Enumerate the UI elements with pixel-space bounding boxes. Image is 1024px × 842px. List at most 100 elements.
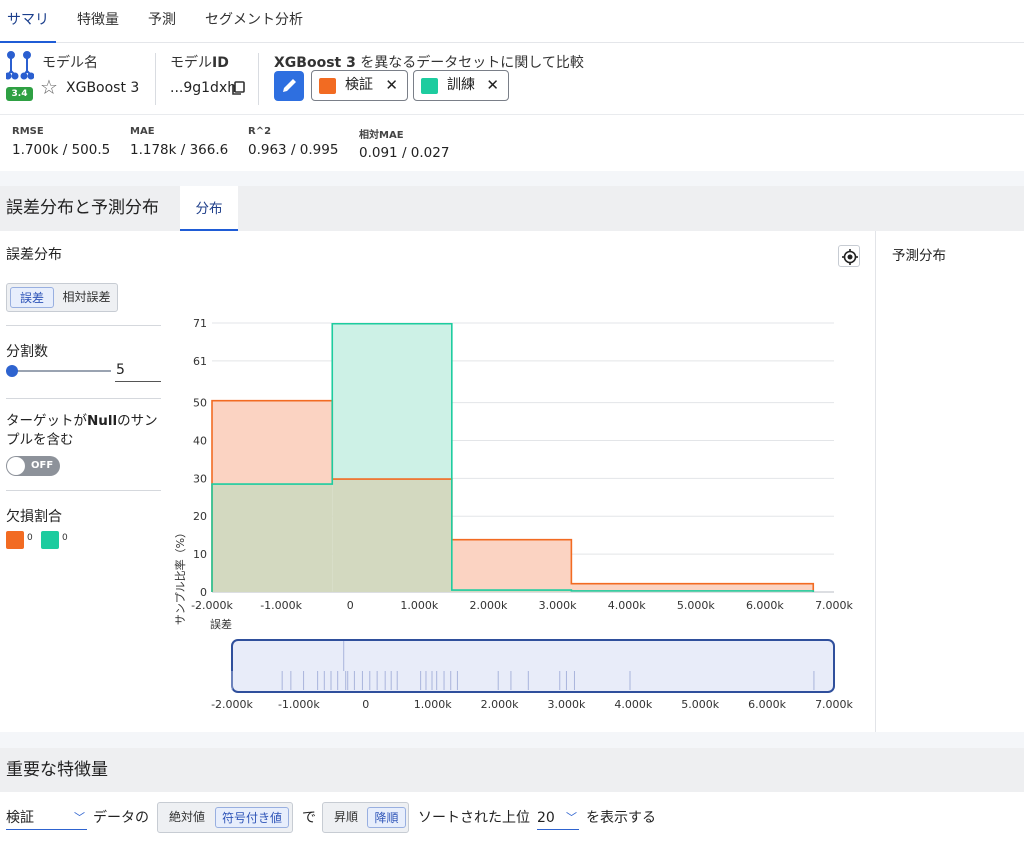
navigator-tick-label: 2.000k (481, 698, 519, 711)
metric-value-relative-mae: 0.091 / 0.027 (359, 145, 450, 161)
validation-color-swatch (319, 78, 336, 94)
histogram-bar-fill (332, 323, 452, 480)
section-header: 誤差分布と予測分布 分布 (0, 186, 1024, 231)
y-tick-label: 61 (193, 355, 207, 368)
pencil-icon (283, 79, 296, 92)
histogram-bar-fill (571, 583, 814, 591)
y-tick-label: 50 (193, 397, 207, 410)
metric-label-mae: MAE (130, 126, 155, 137)
x-tick-label: -1.000k (260, 599, 302, 612)
x-axis-label: 誤差 (210, 617, 232, 631)
training-color-swatch (421, 78, 438, 94)
metric-value-mae: 1.178k / 366.6 (130, 142, 229, 158)
model-name: XGBoost 3 (66, 80, 140, 96)
tab-segment-analysis[interactable]: セグメント分析 (205, 0, 303, 43)
text-show: を表示する (586, 810, 656, 826)
prediction-distribution-title: 予測分布 (892, 248, 946, 264)
tab-distribution[interactable]: 分布 (180, 186, 238, 231)
dataset-select-value: 検証 (6, 810, 34, 826)
tab-predictions[interactable]: 予測 (148, 0, 176, 43)
range-navigator (231, 639, 835, 693)
x-tick-label: 0 (347, 599, 354, 612)
metric-label-rmse: RMSE (12, 126, 44, 137)
histogram-overlap-fill (212, 484, 333, 592)
model-id-value: ...9g1dxh (170, 80, 237, 96)
model-blueprint-icon (6, 51, 34, 80)
y-tick-label: 20 (193, 510, 207, 523)
prediction-distribution-panel: 予測分布 (875, 231, 1024, 732)
model-id-label: モデルID (170, 55, 229, 71)
compare-title: XGBoost 3 を異なるデータセットに関して比較 (274, 55, 584, 71)
dataset-chip-training[interactable]: 訓練 ✕ (413, 70, 509, 101)
navigator-tick-label: -1.000k (278, 698, 320, 711)
navigator-tick-label: 4.000k (614, 698, 652, 711)
metrics-row: RMSE 1.700k / 500.5 MAE 1.178k / 366.6 R… (0, 115, 1024, 171)
chip-label: 検証 (345, 77, 373, 93)
navigator-tick-label: 5.000k (681, 698, 719, 711)
histogram-overlap-fill (332, 479, 452, 592)
text-data-of: データの (93, 810, 149, 826)
value-type-toggle: 絶対値 符号付き値 (157, 802, 293, 833)
y-axis-label: サンプル比率（%） (173, 527, 187, 625)
x-tick-label: 5.000k (677, 599, 715, 612)
x-tick-label: 4.000k (608, 599, 646, 612)
x-tick-label: 2.000k (470, 599, 508, 612)
y-tick-label: 71 (193, 317, 207, 330)
dataset-chip-validation[interactable]: 検証 ✕ (311, 70, 408, 101)
text-sorted-top: ソートされた上位 (418, 810, 530, 826)
top-tab-bar: サマリ 特徴量 予測 セグメント分析 (0, 0, 1024, 43)
section-title: 誤差分布と予測分布 (6, 198, 159, 218)
chevron-down-icon: ﹀ (566, 811, 577, 824)
tab-summary[interactable]: サマリ (0, 0, 56, 43)
metric-label-relative-mae: 相対MAE (359, 130, 404, 141)
y-tick-label: 40 (193, 434, 207, 447)
metric-value-rmse: 1.700k / 500.5 (12, 142, 111, 158)
dataset-select[interactable]: 検証 ﹀ (6, 808, 87, 830)
star-icon[interactable]: ☆ (40, 77, 58, 97)
important-features-title: 重要な特徴量 (6, 760, 108, 780)
tab-features[interactable]: 特徴量 (77, 0, 119, 43)
locate-icon[interactable] (838, 245, 860, 267)
metric-label-r2: R^2 (248, 126, 272, 137)
absolute-value-option[interactable]: 絶対値 (161, 807, 213, 828)
navigator-tick-label: 6.000k (748, 698, 786, 711)
navigator-tick-label: 1.000k (414, 698, 452, 711)
y-tick-label: 0 (200, 586, 207, 599)
feature-controls: 検証 ﹀ データの 絶対値 符号付き値 で 昇順 降順 ソートされた上位 20 … (0, 792, 1024, 842)
chevron-down-icon: ﹀ (74, 811, 85, 824)
copy-icon[interactable] (231, 81, 245, 96)
metric-value-r2: 0.963 / 0.995 (248, 142, 339, 158)
section-spacer (0, 732, 1024, 748)
histogram-svg: 0 10 20 30 40 50 61 71 -2.000k -1.000k 0 1.000k 2.0… (173, 317, 854, 711)
histogram-bar-fill (212, 400, 333, 485)
y-tick-label: 30 (193, 472, 207, 485)
chip-label: 訓練 (447, 77, 475, 93)
close-icon[interactable]: ✕ (486, 71, 499, 100)
ascending-option[interactable]: 昇順 (326, 807, 366, 828)
section-spacer (0, 171, 1024, 186)
signed-value-option[interactable]: 符号付き値 (215, 807, 289, 828)
x-tick-label: 6.000k (746, 599, 784, 612)
divider (155, 53, 156, 105)
text-de: で (302, 810, 316, 826)
x-tick-label: 3.000k (539, 599, 577, 612)
x-tick-label: -2.000k (191, 599, 233, 612)
important-features-header: 重要な特徴量 (0, 748, 1024, 792)
sort-order-toggle: 昇順 降順 (322, 802, 409, 833)
x-tick-label: 7.000k (815, 599, 853, 612)
top-n-select[interactable]: 20 ﹀ (537, 808, 579, 830)
model-header: モデル名 3.4 ☆ XGBoost 3 モデルID ...9g1dxh XGB… (0, 43, 1024, 115)
edit-button[interactable] (274, 71, 304, 101)
histogram-bar-fill (451, 539, 572, 591)
version-badge: 3.4 (6, 87, 33, 101)
divider (258, 53, 259, 105)
y-tick-label: 10 (193, 548, 207, 561)
top-n-value: 20 (537, 810, 555, 826)
descending-option[interactable]: 降順 (367, 807, 406, 828)
navigator-tick-label: 3.000k (548, 698, 586, 711)
x-tick-label: 1.000k (400, 599, 438, 612)
navigator-tick-label: -2.000k (211, 698, 253, 711)
model-name-label: モデル名 (42, 55, 98, 71)
navigator-tick-label: 7.000k (815, 698, 853, 711)
close-icon[interactable]: ✕ (385, 71, 398, 100)
